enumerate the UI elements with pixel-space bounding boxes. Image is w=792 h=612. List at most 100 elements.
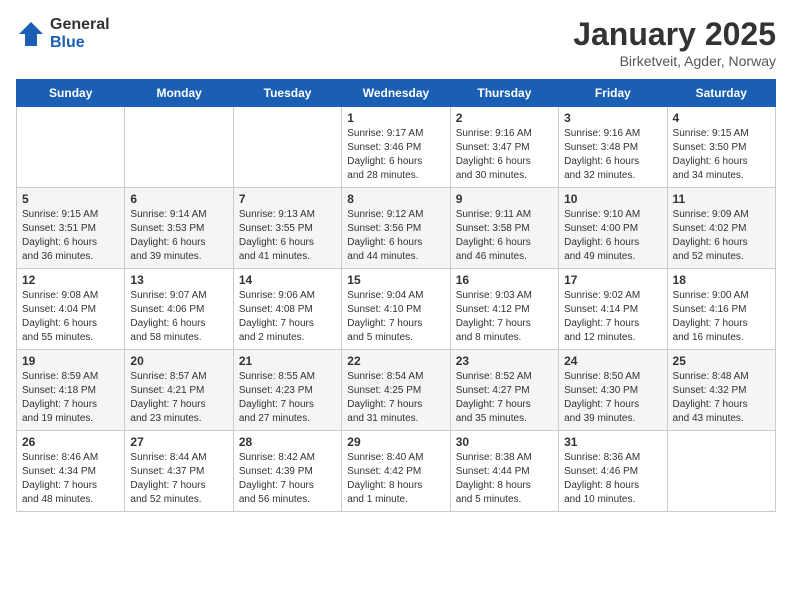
- cell-1-2: [125, 107, 233, 188]
- cell-2-5: 9 Sunrise: 9:11 AMSunset: 3:58 PMDaylight…: [450, 188, 558, 269]
- header-row: Sunday Monday Tuesday Wednesday Thursday…: [17, 80, 776, 107]
- cell-day-text: Sunrise: 9:08 AMSunset: 4:04 PMDaylight:…: [22, 289, 119, 345]
- cell-3-5: 16Sunrise: 9:03 AMSunset: 4:12 PMDayligh…: [450, 269, 558, 350]
- cell-day-text: Sunrise: 9:13 AMSunset: 3:55 PMDaylight:…: [239, 208, 336, 264]
- cell-day-text: Sunrise: 9:16 AMSunset: 3:47 PMDaylight:…: [456, 127, 553, 183]
- cell-4-7: 25 Sunrise: 8:48 AMSunset: 4:32 PMDayligh…: [667, 350, 775, 431]
- header-saturday: Saturday: [667, 80, 775, 107]
- cell-5-3: 28Sunrise: 8:42 AMSunset: 4:39 PMDayligh…: [233, 431, 341, 512]
- cell-3-6: 17 Sunrise: 9:02 AMSunset: 4:14 PMDayligh…: [559, 269, 667, 350]
- cell-2-6: 10 Sunrise: 9:10 AMSunset: 4:00 PMDayligh…: [559, 188, 667, 269]
- cell-2-7: 11 Sunrise: 9:09 AMSunset: 4:02 PMDayligh…: [667, 188, 775, 269]
- cell-1-7: 4 Sunrise: 9:15 AMSunset: 3:50 PMDaylight…: [667, 107, 775, 188]
- cell-day-num: 17: [564, 273, 661, 287]
- cell-day-text: Sunrise: 8:36 AMSunset: 4:46 PMDaylight:…: [564, 451, 661, 507]
- cell-day-num: 29: [347, 435, 444, 449]
- cell-day-text: Sunrise: 9:07 AMSunset: 4:06 PMDaylight:…: [130, 289, 227, 345]
- cell-5-2: 27 Sunrise: 8:44 AMSunset: 4:37 PMDayligh…: [125, 431, 233, 512]
- cell-day-text: Sunrise: 9:15 AMSunset: 3:50 PMDaylight:…: [673, 127, 770, 183]
- cell-day-text: Sunrise: 8:54 AMSunset: 4:25 PMDaylight:…: [347, 370, 444, 426]
- logo-text: General Blue: [50, 16, 110, 51]
- cell-3-3: 14 Sunrise: 9:06 AMSunset: 4:08 PMDayligh…: [233, 269, 341, 350]
- cell-day-num: 19: [22, 354, 119, 368]
- cell-day-num: 7: [239, 192, 336, 206]
- calendar-table: Sunday Monday Tuesday Wednesday Thursday…: [16, 79, 776, 512]
- week-row-2: 5 Sunrise: 9:15 AMSunset: 3:51 PMDaylight…: [17, 188, 776, 269]
- cell-day-text: Sunrise: 8:59 AMSunset: 4:18 PMDaylight:…: [22, 370, 119, 426]
- cell-day-num: 26: [22, 435, 119, 449]
- week-row-4: 19 Sunrise: 8:59 AMSunset: 4:18 PMDayligh…: [17, 350, 776, 431]
- cell-day-text: Sunrise: 9:02 AMSunset: 4:14 PMDaylight:…: [564, 289, 661, 345]
- cell-day-num: 20: [130, 354, 227, 368]
- cell-day-text: Sunrise: 9:11 AMSunset: 3:58 PMDaylight:…: [456, 208, 553, 264]
- cell-2-1: 5 Sunrise: 9:15 AMSunset: 3:51 PMDaylight…: [17, 188, 125, 269]
- week-row-1: 1Sunrise: 9:17 AMSunset: 3:46 PMDaylight…: [17, 107, 776, 188]
- cell-day-num: 6: [130, 192, 227, 206]
- cell-4-3: 21Sunrise: 8:55 AMSunset: 4:23 PMDayligh…: [233, 350, 341, 431]
- cell-3-7: 18 Sunrise: 9:00 AMSunset: 4:16 PMDayligh…: [667, 269, 775, 350]
- cell-day-text: Sunrise: 8:46 AMSunset: 4:34 PMDaylight:…: [22, 451, 119, 507]
- cell-day-text: Sunrise: 9:00 AMSunset: 4:16 PMDaylight:…: [673, 289, 770, 345]
- logo-general-text: General: [50, 16, 110, 34]
- logo: General Blue: [16, 16, 110, 51]
- cell-1-1: [17, 107, 125, 188]
- cell-5-5: 30 Sunrise: 8:38 AMSunset: 4:44 PMDayligh…: [450, 431, 558, 512]
- cell-day-text: Sunrise: 8:44 AMSunset: 4:37 PMDaylight:…: [130, 451, 227, 507]
- cell-day-text: Sunrise: 9:16 AMSunset: 3:48 PMDaylight:…: [564, 127, 661, 183]
- cell-day-text: Sunrise: 8:48 AMSunset: 4:32 PMDaylight:…: [673, 370, 770, 426]
- cell-4-2: 20 Sunrise: 8:57 AMSunset: 4:21 PMDayligh…: [125, 350, 233, 431]
- cell-day-num: 25: [673, 354, 770, 368]
- cell-day-text: Sunrise: 9:10 AMSunset: 4:00 PMDaylight:…: [564, 208, 661, 264]
- cell-day-num: 5: [22, 192, 119, 206]
- cell-day-text: Sunrise: 8:42 AMSunset: 4:39 PMDaylight:…: [239, 451, 336, 507]
- week-row-3: 12 Sunrise: 9:08 AMSunset: 4:04 PMDayligh…: [17, 269, 776, 350]
- cell-4-6: 24 Sunrise: 8:50 AMSunset: 4:30 PMDayligh…: [559, 350, 667, 431]
- cell-day-num: 18: [673, 273, 770, 287]
- cell-day-num: 8: [347, 192, 444, 206]
- cell-5-4: 29Sunrise: 8:40 AMSunset: 4:42 PMDayligh…: [342, 431, 450, 512]
- cell-day-text: Sunrise: 8:55 AMSunset: 4:23 PMDaylight:…: [239, 370, 336, 426]
- cell-day-num: 27: [130, 435, 227, 449]
- cell-1-4: 1Sunrise: 9:17 AMSunset: 3:46 PMDaylight…: [342, 107, 450, 188]
- cell-3-4: 15Sunrise: 9:04 AMSunset: 4:10 PMDayligh…: [342, 269, 450, 350]
- header-thursday: Thursday: [450, 80, 558, 107]
- cell-day-num: 4: [673, 111, 770, 125]
- cell-day-text: Sunrise: 8:50 AMSunset: 4:30 PMDaylight:…: [564, 370, 661, 426]
- cell-day-num: 30: [456, 435, 553, 449]
- cell-day-text: Sunrise: 9:17 AMSunset: 3:46 PMDaylight:…: [347, 127, 444, 183]
- header-wednesday: Wednesday: [342, 80, 450, 107]
- cell-day-num: 10: [564, 192, 661, 206]
- cell-day-text: Sunrise: 8:52 AMSunset: 4:27 PMDaylight:…: [456, 370, 553, 426]
- cell-4-1: 19 Sunrise: 8:59 AMSunset: 4:18 PMDayligh…: [17, 350, 125, 431]
- week-row-5: 26 Sunrise: 8:46 AMSunset: 4:34 PMDayligh…: [17, 431, 776, 512]
- header: General Blue January 2025 Birketveit, Ag…: [16, 16, 776, 69]
- cell-1-6: 3 Sunrise: 9:16 AMSunset: 3:48 PMDaylight…: [559, 107, 667, 188]
- cell-5-7: [667, 431, 775, 512]
- cell-day-num: 11: [673, 192, 770, 206]
- cell-day-num: 31: [564, 435, 661, 449]
- cell-day-text: Sunrise: 9:14 AMSunset: 3:53 PMDaylight:…: [130, 208, 227, 264]
- cell-day-num: 3: [564, 111, 661, 125]
- logo-blue-text: Blue: [50, 34, 110, 52]
- cell-day-text: Sunrise: 8:38 AMSunset: 4:44 PMDaylight:…: [456, 451, 553, 507]
- cell-day-text: Sunrise: 9:15 AMSunset: 3:51 PMDaylight:…: [22, 208, 119, 264]
- calendar-body: 1Sunrise: 9:17 AMSunset: 3:46 PMDaylight…: [17, 107, 776, 512]
- cell-day-num: 23: [456, 354, 553, 368]
- cell-day-num: 9: [456, 192, 553, 206]
- cell-day-num: 12: [22, 273, 119, 287]
- cell-2-2: 6 Sunrise: 9:14 AMSunset: 3:53 PMDaylight…: [125, 188, 233, 269]
- cell-day-text: Sunrise: 8:57 AMSunset: 4:21 PMDaylight:…: [130, 370, 227, 426]
- cell-5-1: 26 Sunrise: 8:46 AMSunset: 4:34 PMDayligh…: [17, 431, 125, 512]
- cell-2-3: 7 Sunrise: 9:13 AMSunset: 3:55 PMDaylight…: [233, 188, 341, 269]
- cell-day-num: 2: [456, 111, 553, 125]
- calendar-header: Sunday Monday Tuesday Wednesday Thursday…: [17, 80, 776, 107]
- cell-day-text: Sunrise: 9:04 AMSunset: 4:10 PMDaylight:…: [347, 289, 444, 345]
- header-monday: Monday: [125, 80, 233, 107]
- cell-day-num: 24: [564, 354, 661, 368]
- cell-day-text: Sunrise: 9:06 AMSunset: 4:08 PMDaylight:…: [239, 289, 336, 345]
- cell-day-num: 14: [239, 273, 336, 287]
- cell-day-text: Sunrise: 9:09 AMSunset: 4:02 PMDaylight:…: [673, 208, 770, 264]
- cell-4-4: 22Sunrise: 8:54 AMSunset: 4:25 PMDayligh…: [342, 350, 450, 431]
- cell-2-4: 8Sunrise: 9:12 AMSunset: 3:56 PMDaylight…: [342, 188, 450, 269]
- header-tuesday: Tuesday: [233, 80, 341, 107]
